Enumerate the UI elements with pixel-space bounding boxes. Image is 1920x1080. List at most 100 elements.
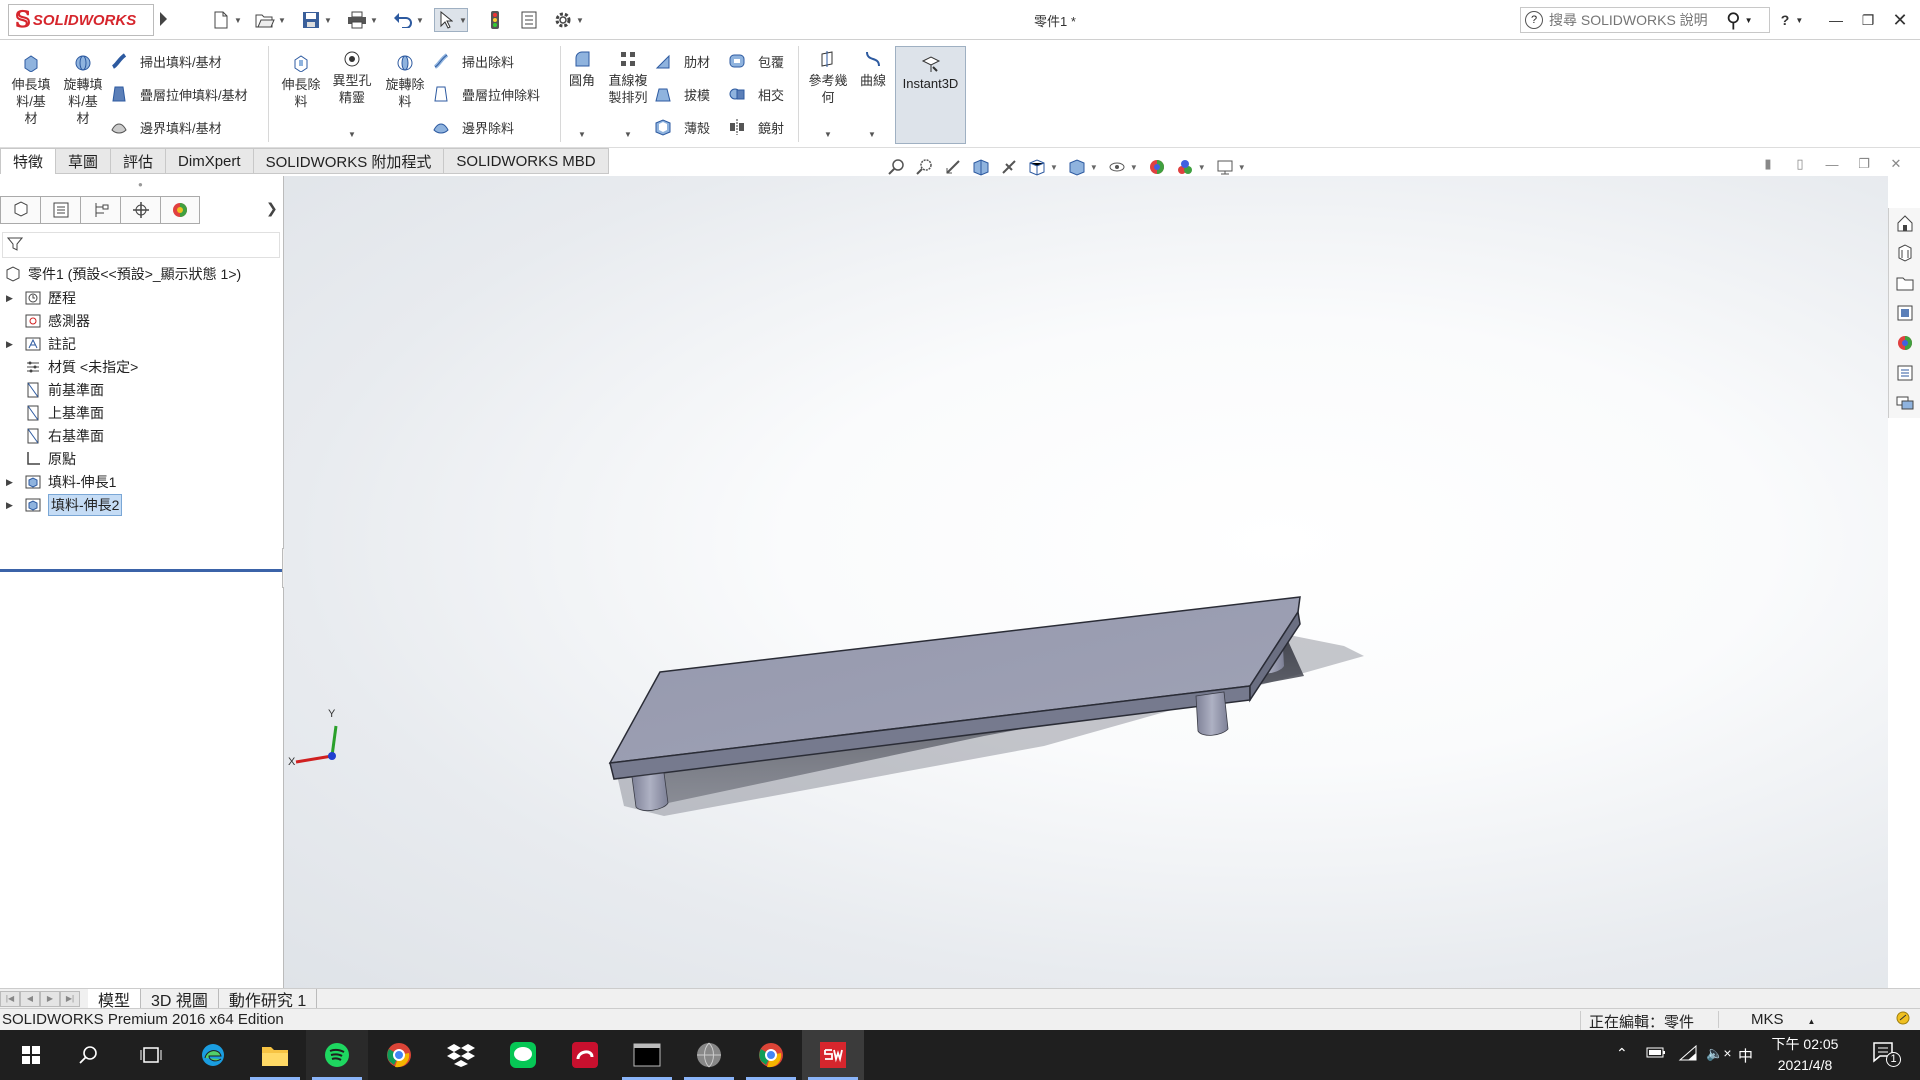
last-tab-icon[interactable]: ▶| — [60, 990, 80, 1007]
chevron-down-icon[interactable]: ▼ — [868, 130, 876, 139]
panel-grip-icon[interactable]: ● — [138, 180, 143, 189]
reference-geometry-button[interactable]: 參考幾 何 — [804, 50, 852, 106]
edge-app[interactable] — [182, 1030, 244, 1080]
wrap-button[interactable]: 包覆 — [728, 50, 784, 72]
chevron-up-icon[interactable]: ⌃ — [1616, 1045, 1628, 1062]
tab-3d-views[interactable]: 3D 視圖 — [141, 988, 219, 1010]
property-manager-tab-icon[interactable] — [40, 196, 80, 224]
custom-properties-icon[interactable] — [1889, 358, 1920, 388]
save-button[interactable]: ▼ — [300, 8, 332, 32]
tab-dimxpert[interactable]: DimXpert — [166, 148, 254, 174]
chrome-app[interactable] — [368, 1030, 430, 1080]
expand-arrow-icon[interactable]: ▶ — [6, 339, 16, 350]
display-manager-tab-icon[interactable] — [160, 196, 200, 224]
linear-pattern-button[interactable]: 直線複 製排列 — [604, 50, 652, 106]
chevron-down-icon[interactable]: ▼ — [1745, 16, 1753, 25]
tab-add-ins[interactable]: SOLIDWORKS 附加程式 — [253, 148, 445, 174]
chrome-profile-app[interactable] — [740, 1030, 802, 1080]
tile-right-icon[interactable]: ▯ — [1784, 152, 1816, 176]
feature-manager-tab-icon[interactable] — [0, 196, 40, 224]
minimize-icon[interactable]: — — [1816, 152, 1848, 176]
help-search-box[interactable]: ? ⚲ ▼ — [1520, 7, 1770, 33]
chevron-down-icon[interactable]: ▼ — [278, 16, 286, 25]
chevron-right-icon[interactable]: ❯ — [266, 200, 278, 217]
undo-button[interactable]: ▼ — [392, 8, 424, 32]
minimize-button[interactable]: — — [1824, 8, 1848, 32]
tab-model[interactable]: 模型 — [88, 988, 142, 1010]
previous-view-icon[interactable] — [942, 156, 964, 178]
zoom-to-fit-icon[interactable] — [886, 156, 908, 178]
unit-system-selector[interactable]: MKS ▲ — [1718, 1011, 1868, 1028]
extrude-cut-button[interactable]: 伸長除 料 — [278, 54, 324, 110]
chevron-down-icon[interactable]: ▼ — [1130, 163, 1138, 172]
lofted-boss-button[interactable]: 疊層拉伸填料/基材 — [110, 83, 248, 105]
options-button[interactable]: ▼ — [552, 8, 584, 32]
chevron-down-icon[interactable]: ▼ — [324, 16, 332, 25]
start-button[interactable] — [0, 1030, 62, 1080]
boundary-boss-button[interactable]: 邊界填料/基材 — [110, 116, 222, 138]
view-settings-icon[interactable] — [1214, 156, 1236, 178]
forum-icon[interactable] — [1889, 388, 1920, 418]
chevron-down-icon[interactable]: ▼ — [1795, 16, 1803, 25]
chevron-down-icon[interactable]: ▼ — [624, 130, 632, 139]
chevron-down-icon[interactable]: ▼ — [234, 16, 242, 25]
chevron-down-icon[interactable]: ▼ — [370, 16, 378, 25]
rebuild-status-icon[interactable] — [1896, 1011, 1910, 1029]
help-button[interactable]: ? ▼ — [1780, 8, 1804, 32]
coordinate-triad[interactable]: Y X — [288, 708, 348, 772]
tab-evaluate[interactable]: 評估 — [111, 148, 167, 174]
tab-sketch[interactable]: 草圖 — [56, 148, 112, 174]
intersect-button[interactable]: 相交 — [728, 83, 784, 105]
dropbox-app[interactable] — [430, 1030, 492, 1080]
tree-item[interactable]: ▶ 填料-伸長1 — [0, 470, 116, 494]
rebuild-button[interactable] — [484, 8, 506, 32]
view-palette-icon[interactable] — [1889, 298, 1920, 328]
volume-muted-icon[interactable]: 🔈× — [1706, 1045, 1732, 1062]
tree-item[interactable]: ▶ 歷程 — [0, 286, 76, 310]
zoom-to-area-icon[interactable] — [914, 156, 936, 178]
next-tab-icon[interactable]: ▶ — [40, 990, 60, 1007]
chevron-down-icon[interactable]: ▼ — [578, 130, 586, 139]
file-explorer-app[interactable] — [244, 1030, 306, 1080]
swept-boss-button[interactable]: 掃出填料/基材 — [110, 50, 222, 72]
dynamic-annotation-icon[interactable] — [998, 156, 1020, 178]
close-button[interactable]: ✕ — [1888, 8, 1912, 32]
mirror-button[interactable]: 鏡射 — [728, 116, 784, 138]
expand-arrow-icon[interactable]: ▶ — [6, 477, 16, 488]
wifi-icon[interactable] — [1678, 1044, 1698, 1064]
first-tab-icon[interactable]: |◀ — [0, 990, 20, 1007]
tab-motion-study[interactable]: 動作研究 1 — [219, 988, 318, 1010]
hide-show-items-icon[interactable] — [1106, 156, 1128, 178]
graphics-area[interactable]: Y X — [284, 176, 1888, 988]
chevron-down-icon[interactable]: ▼ — [1198, 163, 1206, 172]
tree-item[interactable]: ▶ 註記 — [0, 332, 76, 356]
solidworks-app[interactable] — [802, 1030, 864, 1080]
revolve-boss-button[interactable]: 旋轉填 料/基 材 — [60, 54, 106, 127]
tree-item[interactable]: 上基準面 — [0, 401, 104, 425]
ime-indicator[interactable]: 中 — [1738, 1045, 1753, 1066]
hole-wizard-button[interactable]: 異型孔 精靈 — [328, 50, 376, 106]
expand-arrow-icon[interactable]: ▶ — [6, 293, 16, 304]
chevron-down-icon[interactable]: ▼ — [824, 130, 832, 139]
instant3d-button[interactable]: Instant3D — [895, 46, 966, 144]
configuration-manager-tab-icon[interactable] — [80, 196, 120, 224]
view-orientation-icon[interactable] — [1026, 156, 1048, 178]
clock[interactable]: 下午 02:05 2021/4/8 — [1760, 1034, 1850, 1076]
notification-center[interactable]: 1 — [1872, 1040, 1901, 1069]
chevron-down-icon[interactable]: ▼ — [1090, 163, 1098, 172]
chevron-down-icon[interactable]: ▼ — [1238, 163, 1246, 172]
chevron-down-icon[interactable]: ▼ — [348, 130, 356, 139]
display-style-icon[interactable] — [1066, 156, 1088, 178]
rollback-bar[interactable] — [0, 569, 282, 572]
dimxpert-manager-tab-icon[interactable] — [120, 196, 160, 224]
tree-item[interactable]: 原點 — [0, 447, 76, 471]
curves-button[interactable]: 曲線 — [856, 50, 890, 89]
print-button[interactable]: ▼ — [346, 8, 378, 32]
tab-mbd[interactable]: SOLIDWORKS MBD — [444, 148, 609, 174]
apply-scene-icon[interactable] — [1174, 156, 1196, 178]
garena-app[interactable] — [554, 1030, 616, 1080]
revolve-cut-button[interactable]: 旋轉除 料 — [382, 54, 428, 110]
new-document-button[interactable]: ▼ — [210, 8, 242, 32]
menu-expand-icon[interactable] — [160, 12, 167, 26]
battery-icon[interactable] — [1646, 1045, 1666, 1062]
